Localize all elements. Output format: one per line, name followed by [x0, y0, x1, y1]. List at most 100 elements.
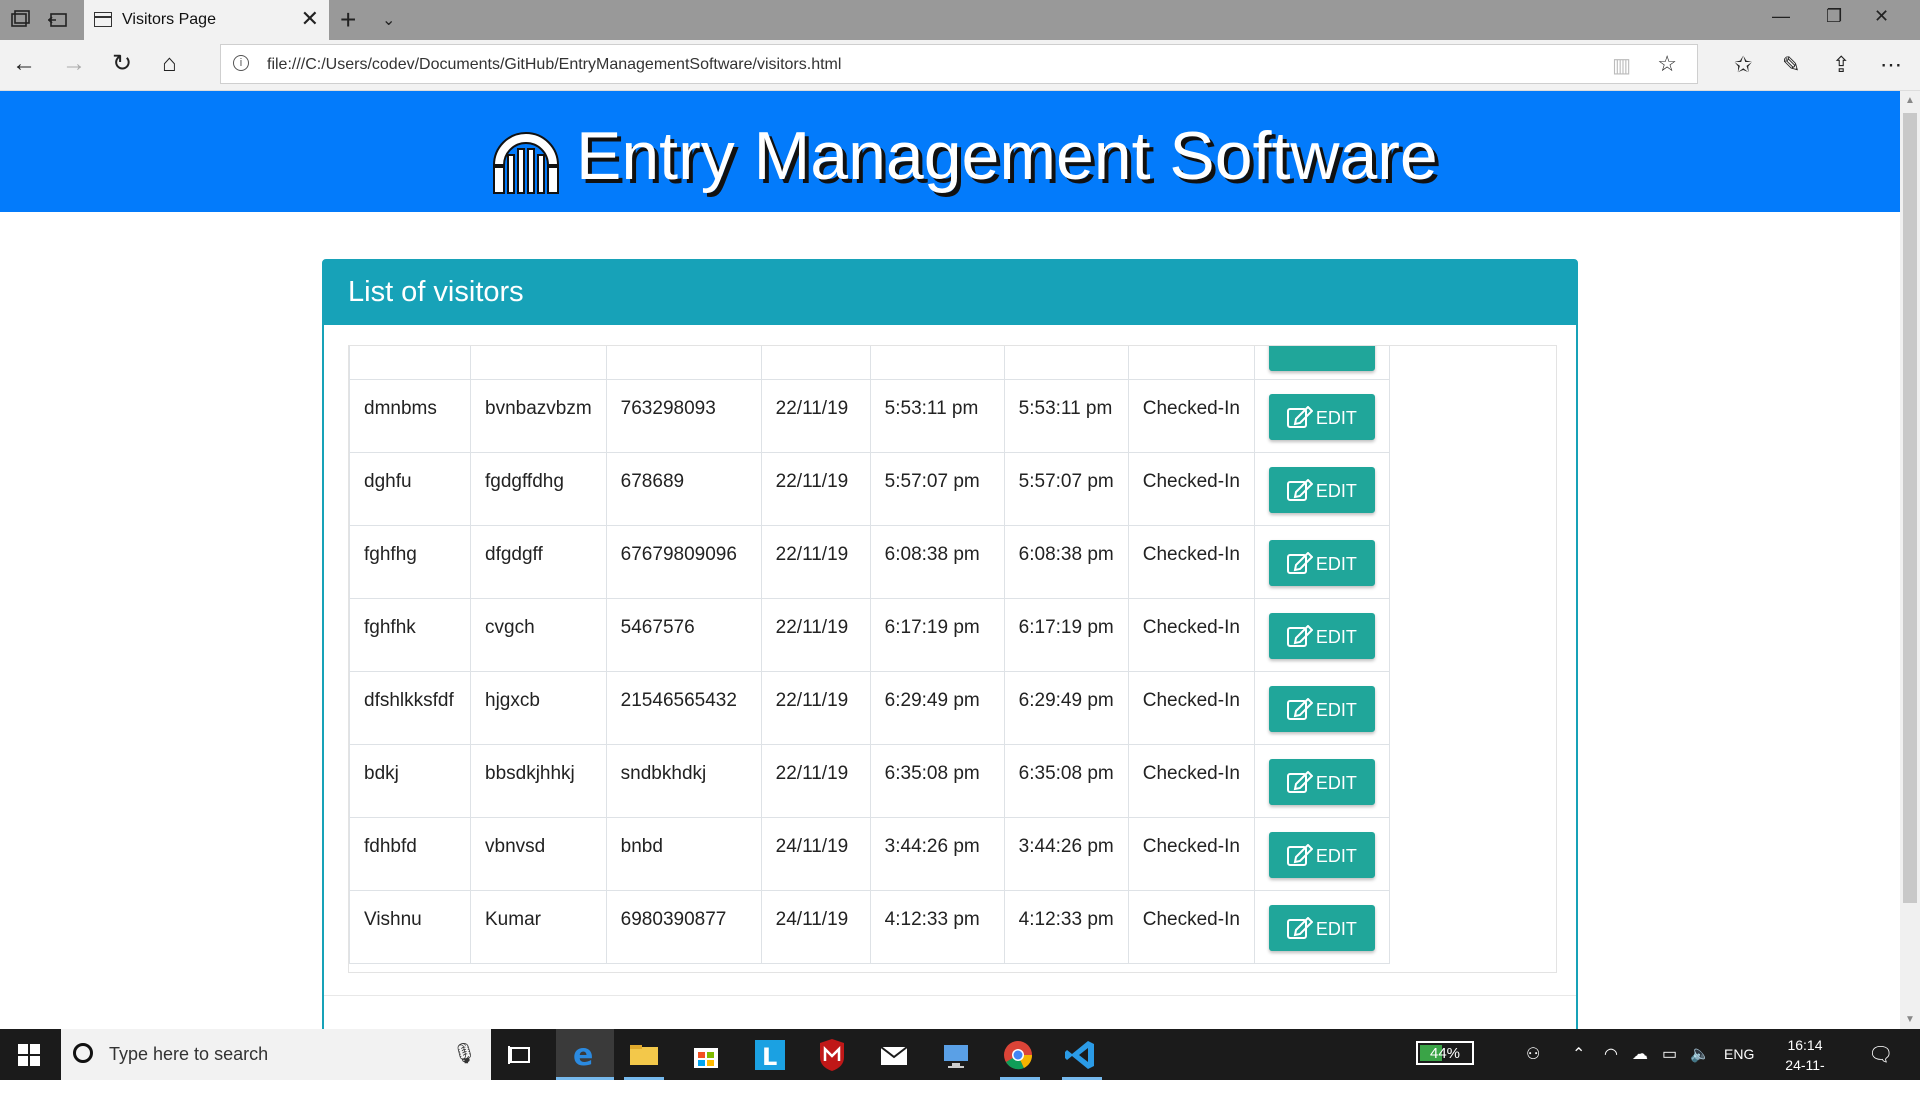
table-cell: 5:53:11 pm	[869, 379, 1005, 453]
edit-button[interactable]: EDIT	[1268, 686, 1375, 732]
clock[interactable]: 16:14 24-11-2019	[1770, 1035, 1840, 1095]
tab-manager-icon[interactable]	[8, 8, 32, 32]
table-row: fdhbfd vbnvsd bnbd 24/11/19 3:44:26 pm 3:44:2…	[349, 817, 1390, 891]
table-cell	[605, 346, 762, 380]
edit-button[interactable]: EDIT	[1268, 905, 1375, 951]
edit-button[interactable]: EDIT	[1268, 832, 1375, 878]
edit-button-label: EDIT	[1315, 554, 1357, 574]
table-cell: Kumar	[470, 890, 607, 964]
back-icon[interactable]: ←	[12, 50, 36, 78]
action-cell: EDIT	[1253, 525, 1390, 599]
wifi-icon[interactable]: ◠	[1604, 1044, 1618, 1064]
edit-button[interactable]: EDIT	[1268, 467, 1375, 513]
table-cell: fghfhg	[349, 525, 471, 599]
address-bar[interactable]: i file:///C:/Users/codev/Documents/GitHu…	[220, 44, 1698, 84]
scroll-up-icon[interactable]: ▲	[1905, 95, 1915, 106]
edit-button[interactable]: EDIT	[1268, 394, 1375, 440]
table-row: Vishnu Kumar 6980390877 24/11/19 4:12:33 pm 4…	[349, 890, 1390, 964]
table-cell: 5467576	[605, 598, 762, 672]
table-row: fghfhk cvgch 5467576 22/11/19 6:17:19 pm 6:17…	[349, 598, 1390, 672]
table-cell: 24/11/19	[760, 817, 871, 891]
minimize-icon[interactable]: —	[1772, 6, 1790, 27]
action-center-icon[interactable]: 🗨	[1868, 1042, 1893, 1067]
l-app-icon[interactable]: L	[752, 1037, 788, 1073]
table-row: dmnbms bvnbazvbzm 763298093 22/11/19 5:53:11…	[349, 379, 1390, 453]
tab-visitors-page[interactable]: Visitors Page ✕	[84, 0, 329, 40]
scroll-down-icon[interactable]: ▼	[1905, 1014, 1915, 1025]
people-icon[interactable]: ⚇	[1526, 1044, 1540, 1064]
chrome-icon[interactable]	[1000, 1037, 1036, 1073]
new-tab-icon[interactable]: +	[340, 4, 356, 36]
battery-indicator[interactable]: 44%	[1416, 1041, 1474, 1065]
home-icon[interactable]: ⌂	[162, 50, 177, 78]
edit-button-label: EDIT	[1315, 773, 1357, 793]
favorites-icon[interactable]: ✩	[1734, 52, 1752, 78]
close-window-icon[interactable]: ✕	[1874, 6, 1889, 27]
set-aside-tabs-icon[interactable]	[46, 8, 70, 32]
edit-button-label: EDIT	[1315, 408, 1357, 428]
table-cell: 5:53:11 pm	[1003, 379, 1129, 453]
table-cell: Vishnu	[349, 890, 471, 964]
chevron-down-icon[interactable]: ⌄	[382, 10, 395, 30]
share-icon[interactable]: ⇪	[1832, 52, 1850, 78]
task-view-icon[interactable]	[502, 1037, 538, 1073]
mcafee-icon[interactable]	[814, 1037, 850, 1073]
volume-icon[interactable]: 🔈	[1690, 1044, 1710, 1064]
remote-desktop-icon[interactable]	[938, 1037, 974, 1073]
windows-taskbar: Type here to search 🎙 e L 44% ⚇ ⌃ ◠ ☁ ▭ …	[0, 1029, 1920, 1093]
scrollbar-thumb[interactable]	[1903, 113, 1917, 903]
file-explorer-icon[interactable]	[626, 1037, 662, 1073]
search-placeholder[interactable]: Type here to search	[109, 1044, 268, 1065]
more-icon[interactable]: ⋯	[1880, 52, 1902, 78]
edit-button[interactable]	[1268, 346, 1375, 371]
action-cell: EDIT	[1253, 671, 1390, 745]
table-cell: 6:35:08 pm	[1003, 744, 1129, 818]
store-icon[interactable]	[688, 1037, 724, 1073]
microphone-icon[interactable]: 🎙	[452, 1041, 477, 1066]
table-cell: 6:29:49 pm	[869, 671, 1005, 745]
table-cell: 3:44:26 pm	[1003, 817, 1129, 891]
show-hidden-icons-icon[interactable]: ⌃	[1572, 1044, 1585, 1064]
forward-icon[interactable]: →	[62, 50, 86, 78]
edit-button[interactable]: EDIT	[1268, 540, 1375, 586]
site-title: Entry Management Software	[576, 118, 1438, 194]
vscode-icon[interactable]	[1062, 1037, 1098, 1073]
table-cell: sndbkhdkj	[605, 744, 762, 818]
action-cell	[1253, 346, 1390, 380]
table-cell: 21546565432	[605, 671, 762, 745]
battery-tray-icon[interactable]: ▭	[1662, 1044, 1677, 1064]
table-cell: 5:57:07 pm	[869, 452, 1005, 526]
edit-button[interactable]: EDIT	[1268, 613, 1375, 659]
taskbar-search-box[interactable]: Type here to search 🎙	[61, 1029, 491, 1080]
windows-start-icon[interactable]	[18, 1044, 40, 1066]
table-cell: 763298093	[605, 379, 762, 453]
favorite-star-icon[interactable]: ☆	[1657, 51, 1677, 77]
pen-icon[interactable]: ✎	[1782, 52, 1800, 78]
page-scrollbar[interactable]: ▲ ▼	[1900, 91, 1920, 1029]
card-header: List of visitors	[324, 261, 1576, 325]
close-tab-icon[interactable]: ✕	[301, 7, 319, 31]
restore-icon[interactable]: ❐	[1826, 6, 1842, 27]
reading-view-icon[interactable]: ▥	[1612, 53, 1631, 78]
browser-nav-bar: ← → ↻ ⌂ i file:///C:/Users/codev/Documen…	[0, 40, 1920, 91]
table-cell: bvnbazvbzm	[470, 379, 607, 453]
edit-icon	[1286, 917, 1313, 939]
refresh-icon[interactable]: ↻	[112, 50, 132, 78]
table-cell: dmnbms	[349, 379, 471, 453]
edit-button[interactable]: EDIT	[1268, 759, 1375, 805]
edit-icon	[1286, 698, 1313, 720]
visitors-table-container[interactable]: dmnbms bvnbazvbzm 763298093 22/11/19 5:53:11…	[348, 345, 1557, 973]
table-cell: Checked-In	[1127, 452, 1255, 526]
address-text[interactable]: file:///C:/Users/codev/Documents/GitHub/…	[267, 56, 841, 74]
cortana-icon[interactable]	[73, 1043, 93, 1063]
action-cell: EDIT	[1253, 452, 1390, 526]
onedrive-icon[interactable]: ☁	[1632, 1044, 1648, 1064]
language-indicator[interactable]: ENG	[1724, 1046, 1754, 1062]
info-icon[interactable]: i	[233, 55, 249, 71]
edge-taskbar-icon[interactable]: e	[556, 1029, 614, 1080]
mail-icon[interactable]	[876, 1037, 912, 1073]
table-cell: hjgxcb	[470, 671, 607, 745]
table-cell: fdhbfd	[349, 817, 471, 891]
svg-text:L: L	[762, 1043, 777, 1071]
table-cell	[1127, 346, 1255, 380]
